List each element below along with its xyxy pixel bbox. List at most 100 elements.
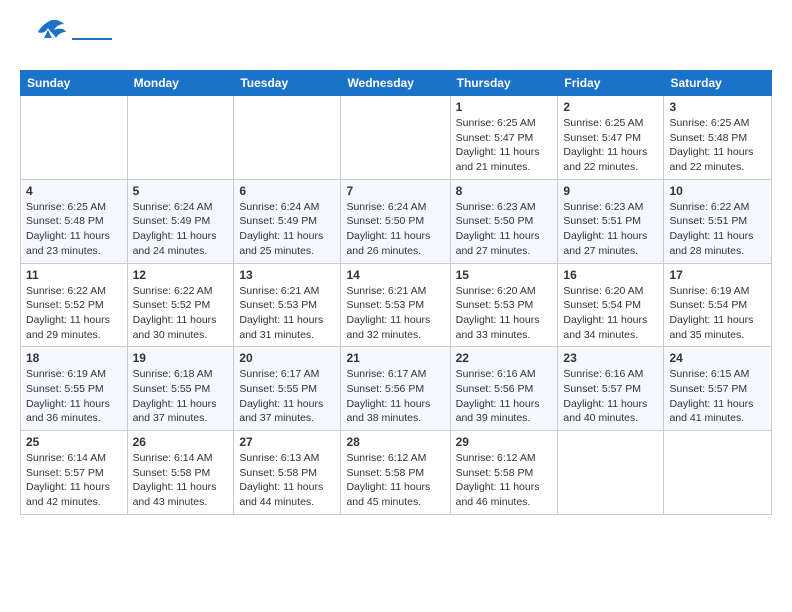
column-header-wednesday: Wednesday: [341, 71, 450, 96]
column-header-saturday: Saturday: [664, 71, 772, 96]
calendar-cell: [341, 96, 450, 180]
day-number: 6: [239, 184, 335, 198]
calendar-week-row: 1 Sunrise: 6:25 AMSunset: 5:47 PMDaylight…: [21, 96, 772, 180]
column-header-tuesday: Tuesday: [234, 71, 341, 96]
calendar-cell: 12 Sunrise: 6:22 AMSunset: 5:52 PMDayligh…: [127, 263, 234, 347]
day-info: Sunrise: 6:25 AMSunset: 5:48 PMDaylight:…: [26, 200, 122, 259]
calendar-cell: 25 Sunrise: 6:14 AMSunset: 5:57 PMDayligh…: [21, 431, 128, 515]
day-info: Sunrise: 6:25 AMSunset: 5:47 PMDaylight:…: [456, 116, 553, 175]
day-number: 25: [26, 435, 122, 449]
calendar-cell: 8Sunrise: 6:23 AMSunset: 5:50 PMDaylight…: [450, 179, 558, 263]
calendar-cell: 14 Sunrise: 6:21 AMSunset: 5:53 PMDayligh…: [341, 263, 450, 347]
day-number: 22: [456, 351, 553, 365]
calendar-week-row: 18 Sunrise: 6:19 AMSunset: 5:55 PMDayligh…: [21, 347, 772, 431]
day-number: 19: [133, 351, 229, 365]
page-header: [20, 16, 772, 60]
day-info: Sunrise: 6:16 AMSunset: 5:56 PMDaylight:…: [456, 367, 553, 426]
day-number: 26: [133, 435, 229, 449]
day-number: 28: [346, 435, 444, 449]
calendar-cell: 7Sunrise: 6:24 AMSunset: 5:50 PMDaylight…: [341, 179, 450, 263]
day-info: Sunrise: 6:13 AMSunset: 5:58 PMDaylight:…: [239, 451, 335, 510]
day-info: Sunrise: 6:12 AMSunset: 5:58 PMDaylight:…: [456, 451, 553, 510]
column-header-monday: Monday: [127, 71, 234, 96]
calendar-cell: 1 Sunrise: 6:25 AMSunset: 5:47 PMDaylight…: [450, 96, 558, 180]
day-number: 29: [456, 435, 553, 449]
calendar-week-row: 4 Sunrise: 6:25 AMSunset: 5:48 PMDaylight…: [21, 179, 772, 263]
day-info: Sunrise: 6:15 AMSunset: 5:57 PMDaylight:…: [669, 367, 766, 426]
column-header-friday: Friday: [558, 71, 664, 96]
general-blue-logo-icon: [20, 16, 68, 60]
day-number: 14: [346, 268, 444, 282]
calendar-header-row: SundayMondayTuesdayWednesdayThursdayFrid…: [21, 71, 772, 96]
calendar-cell: 20 Sunrise: 6:17 AMSunset: 5:55 PMDayligh…: [234, 347, 341, 431]
day-info: Sunrise: 6:12 AMSunset: 5:58 PMDaylight:…: [346, 451, 444, 510]
day-info: Sunrise: 6:25 AMSunset: 5:48 PMDaylight:…: [669, 116, 766, 175]
calendar-cell: 19 Sunrise: 6:18 AMSunset: 5:55 PMDayligh…: [127, 347, 234, 431]
calendar-cell: 18 Sunrise: 6:19 AMSunset: 5:55 PMDayligh…: [21, 347, 128, 431]
day-info: Sunrise: 6:17 AMSunset: 5:55 PMDaylight:…: [239, 367, 335, 426]
day-number: 23: [563, 351, 658, 365]
day-info: Sunrise: 6:14 AMSunset: 5:58 PMDaylight:…: [133, 451, 229, 510]
calendar-body: 1 Sunrise: 6:25 AMSunset: 5:47 PMDaylight…: [21, 96, 772, 515]
day-info: Sunrise: 6:17 AMSunset: 5:56 PMDaylight:…: [346, 367, 444, 426]
calendar-cell: 9Sunrise: 6:23 AMSunset: 5:51 PMDaylight…: [558, 179, 664, 263]
calendar-cell: 13Sunrise: 6:21 AMSunset: 5:53 PMDayligh…: [234, 263, 341, 347]
calendar-cell: 21 Sunrise: 6:17 AMSunset: 5:56 PMDayligh…: [341, 347, 450, 431]
day-number: 15: [456, 268, 553, 282]
day-number: 13: [239, 268, 335, 282]
calendar-cell: 15 Sunrise: 6:20 AMSunset: 5:53 PMDayligh…: [450, 263, 558, 347]
calendar-cell: [558, 431, 664, 515]
calendar-cell: 24 Sunrise: 6:15 AMSunset: 5:57 PMDayligh…: [664, 347, 772, 431]
day-number: 1: [456, 100, 553, 114]
calendar-cell: 10 Sunrise: 6:22 AMSunset: 5:51 PMDayligh…: [664, 179, 772, 263]
calendar-week-row: 25 Sunrise: 6:14 AMSunset: 5:57 PMDayligh…: [21, 431, 772, 515]
calendar-cell: 27 Sunrise: 6:13 AMSunset: 5:58 PMDayligh…: [234, 431, 341, 515]
calendar-cell: 2Sunrise: 6:25 AMSunset: 5:47 PMDaylight…: [558, 96, 664, 180]
calendar-cell: 3Sunrise: 6:25 AMSunset: 5:48 PMDaylight…: [664, 96, 772, 180]
day-number: 5: [133, 184, 229, 198]
day-number: 24: [669, 351, 766, 365]
calendar-cell: 4 Sunrise: 6:25 AMSunset: 5:48 PMDaylight…: [21, 179, 128, 263]
calendar-cell: 29 Sunrise: 6:12 AMSunset: 5:58 PMDayligh…: [450, 431, 558, 515]
calendar-cell: [21, 96, 128, 180]
day-number: 27: [239, 435, 335, 449]
day-info: Sunrise: 6:19 AMSunset: 5:54 PMDaylight:…: [669, 284, 766, 343]
day-info: Sunrise: 6:21 AMSunset: 5:53 PMDaylight:…: [346, 284, 444, 343]
day-number: 20: [239, 351, 335, 365]
day-info: Sunrise: 6:24 AMSunset: 5:49 PMDaylight:…: [239, 200, 335, 259]
day-number: 2: [563, 100, 658, 114]
day-info: Sunrise: 6:23 AMSunset: 5:50 PMDaylight:…: [456, 200, 553, 259]
calendar-cell: 23 Sunrise: 6:16 AMSunset: 5:57 PMDayligh…: [558, 347, 664, 431]
day-number: 10: [669, 184, 766, 198]
day-info: Sunrise: 6:16 AMSunset: 5:57 PMDaylight:…: [563, 367, 658, 426]
day-number: 16: [563, 268, 658, 282]
day-info: Sunrise: 6:19 AMSunset: 5:55 PMDaylight:…: [26, 367, 122, 426]
calendar-cell: 17 Sunrise: 6:19 AMSunset: 5:54 PMDayligh…: [664, 263, 772, 347]
day-info: Sunrise: 6:24 AMSunset: 5:49 PMDaylight:…: [133, 200, 229, 259]
day-info: Sunrise: 6:20 AMSunset: 5:53 PMDaylight:…: [456, 284, 553, 343]
day-info: Sunrise: 6:22 AMSunset: 5:51 PMDaylight:…: [669, 200, 766, 259]
calendar-table: SundayMondayTuesdayWednesdayThursdayFrid…: [20, 70, 772, 515]
calendar-cell: 6 Sunrise: 6:24 AMSunset: 5:49 PMDaylight…: [234, 179, 341, 263]
calendar-week-row: 11 Sunrise: 6:22 AMSunset: 5:52 PMDayligh…: [21, 263, 772, 347]
day-number: 18: [26, 351, 122, 365]
calendar-cell: 11Sunrise: 6:22 AMSunset: 5:52 PMDayligh…: [21, 263, 128, 347]
day-info: Sunrise: 6:14 AMSunset: 5:57 PMDaylight:…: [26, 451, 122, 510]
day-number: 4: [26, 184, 122, 198]
calendar-cell: 28 Sunrise: 6:12 AMSunset: 5:58 PMDayligh…: [341, 431, 450, 515]
day-number: 11: [26, 268, 122, 282]
day-info: Sunrise: 6:23 AMSunset: 5:51 PMDaylight:…: [563, 200, 658, 259]
day-number: 17: [669, 268, 766, 282]
calendar-cell: [234, 96, 341, 180]
calendar-cell: 26 Sunrise: 6:14 AMSunset: 5:58 PMDayligh…: [127, 431, 234, 515]
column-header-sunday: Sunday: [21, 71, 128, 96]
calendar-cell: [127, 96, 234, 180]
day-info: Sunrise: 6:24 AMSunset: 5:50 PMDaylight:…: [346, 200, 444, 259]
day-number: 12: [133, 268, 229, 282]
calendar-cell: 16 Sunrise: 6:20 AMSunset: 5:54 PMDayligh…: [558, 263, 664, 347]
column-header-thursday: Thursday: [450, 71, 558, 96]
day-number: 21: [346, 351, 444, 365]
day-info: Sunrise: 6:22 AMSunset: 5:52 PMDaylight:…: [133, 284, 229, 343]
day-info: Sunrise: 6:20 AMSunset: 5:54 PMDaylight:…: [563, 284, 658, 343]
day-info: Sunrise: 6:18 AMSunset: 5:55 PMDaylight:…: [133, 367, 229, 426]
